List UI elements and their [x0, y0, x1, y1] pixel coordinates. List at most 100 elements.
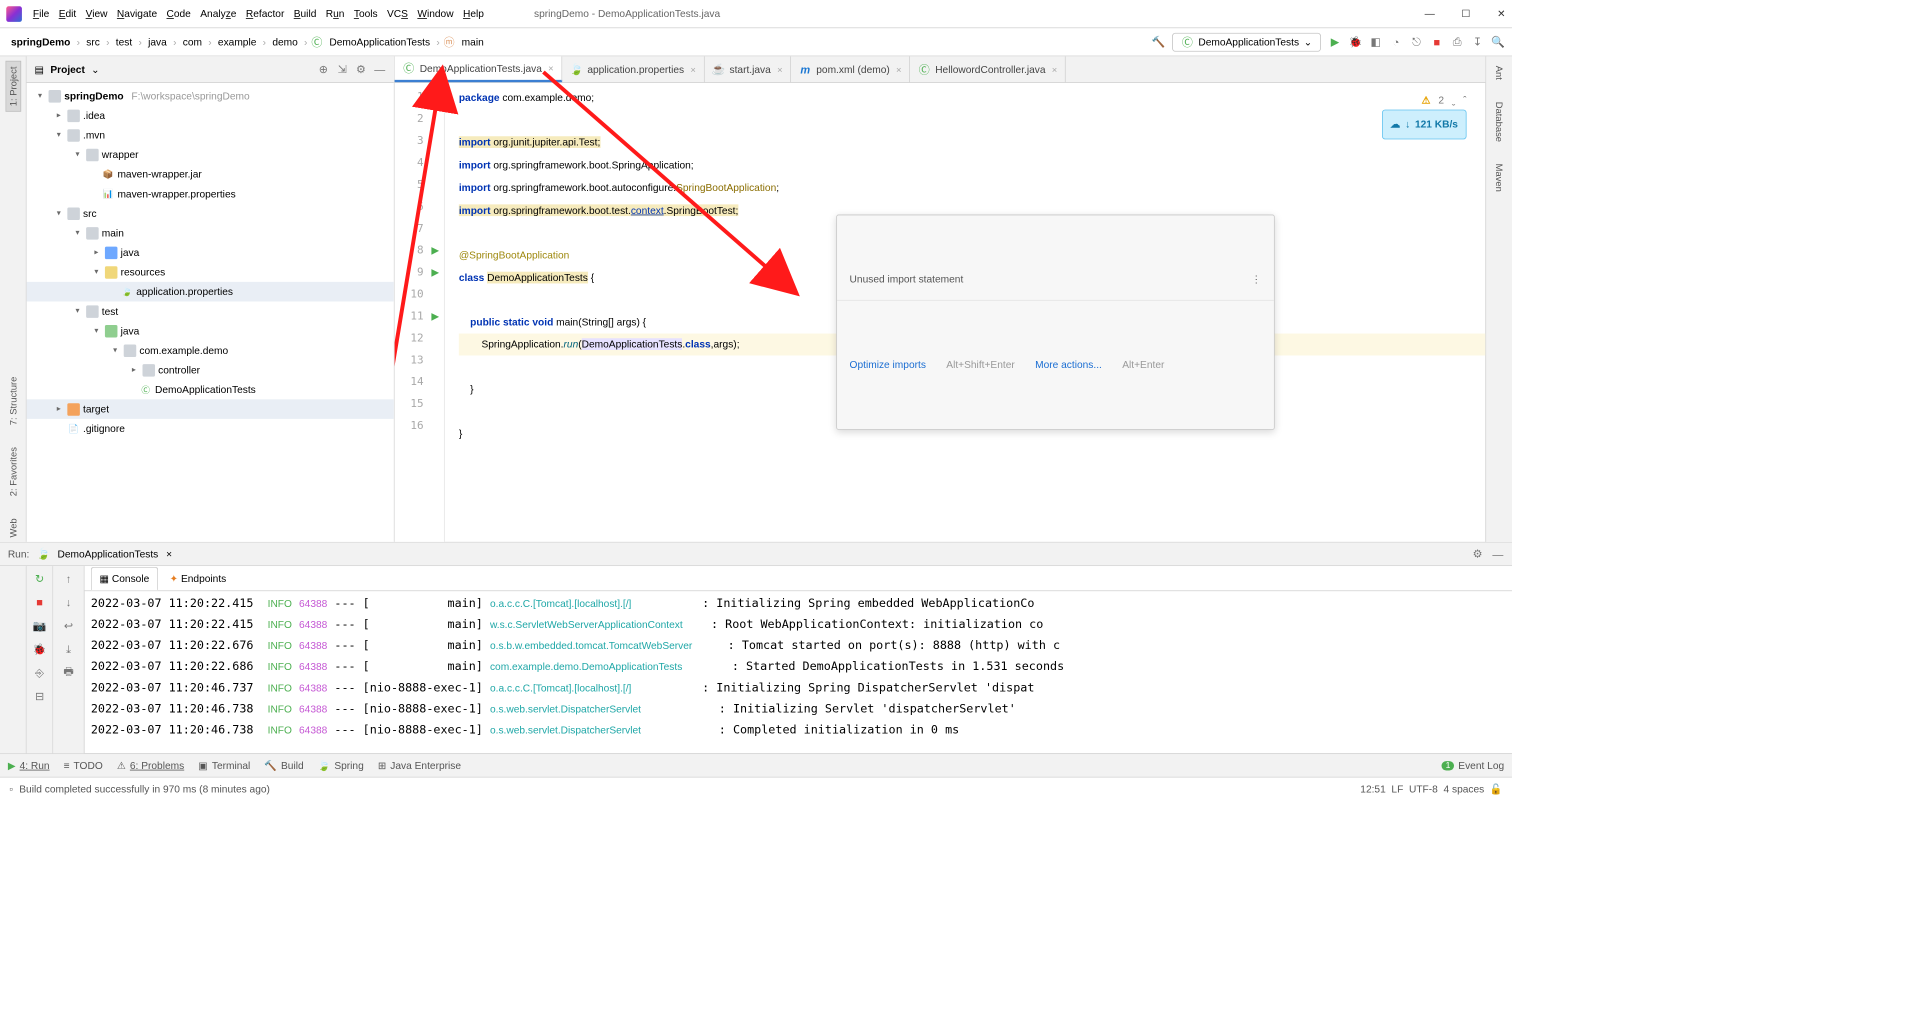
tab-helloword[interactable]: ⒸHellowordController.java× — [910, 56, 1066, 82]
menu-vcs[interactable]: VCS — [384, 5, 411, 23]
update-icon[interactable]: ↧ — [1471, 36, 1484, 49]
profile-icon[interactable]: ◔ — [1390, 36, 1403, 49]
attach-icon[interactable]: ⎋ — [1410, 36, 1423, 49]
down-icon[interactable]: ↓ — [62, 596, 75, 609]
bottom-build[interactable]: 🔨 Build — [264, 759, 303, 772]
coverage-icon[interactable]: ◧ — [1369, 36, 1382, 49]
bottom-spring[interactable]: 🍃 Spring — [318, 759, 364, 772]
hide-icon[interactable]: — — [373, 63, 386, 76]
bottom-todo[interactable]: ≡ TODO — [64, 760, 103, 772]
inspection-badge[interactable]: ⚠2ˬˆ — [1421, 89, 1466, 111]
chevron-down-icon[interactable]: ⌄ — [91, 63, 100, 76]
restart-icon[interactable]: 🐞 — [33, 643, 46, 656]
menu-file[interactable]: File — [30, 5, 53, 23]
toolwindow-ant[interactable]: Ant — [1492, 61, 1506, 85]
dump-icon[interactable]: 📷 — [33, 619, 46, 632]
expand-icon[interactable]: ⇲ — [336, 63, 349, 76]
stop-icon[interactable]: ■ — [33, 596, 46, 609]
debug-icon[interactable]: 🐞 — [1349, 36, 1362, 49]
run-gutter-icon[interactable]: ▶ — [431, 262, 439, 284]
search-icon[interactable]: 🔍 — [1492, 36, 1505, 49]
status-indent[interactable]: 4 spaces — [1443, 783, 1484, 795]
tab-demotests[interactable]: ⒸDemoApplicationTests.java× — [395, 56, 563, 82]
menu-navigate[interactable]: Navigate — [114, 5, 160, 23]
toolwindow-structure[interactable]: 7: Structure — [6, 372, 20, 430]
crumb-demo[interactable]: demo — [269, 34, 301, 49]
line-gutter[interactable]: 12345678910111213141516 ▶ ▶ ▶ — [395, 83, 445, 542]
run-icon[interactable]: ▶ — [1329, 36, 1342, 49]
tree-item-demotests[interactable]: ⒸDemoApplicationTests — [27, 380, 394, 400]
wrap-icon[interactable]: ↩ — [62, 619, 75, 632]
menu-help[interactable]: Help — [460, 5, 487, 23]
tab-close-icon[interactable]: × — [1052, 64, 1057, 75]
lock-icon[interactable]: ▫ — [9, 783, 13, 795]
menu-tools[interactable]: Tools — [351, 5, 381, 23]
menu-view[interactable]: View — [83, 5, 111, 23]
tab-close-icon[interactable]: × — [690, 64, 695, 75]
endpoints-tab[interactable]: ✦ Endpoints — [161, 567, 235, 590]
layout-icon[interactable]: ⊟ — [33, 690, 46, 703]
run-close-icon[interactable]: × — [166, 548, 172, 560]
tree-item-appprops[interactable]: 🍃application.properties — [27, 282, 394, 302]
bottom-run[interactable]: ▶4: Run — [8, 759, 50, 772]
gear-icon[interactable]: ⚙ — [1471, 548, 1484, 561]
menu-refactor[interactable]: Refactor — [243, 5, 288, 23]
toolwindow-web[interactable]: Web — [6, 513, 20, 542]
status-enc[interactable]: UTF-8 — [1409, 783, 1438, 795]
menu-code[interactable]: Code — [163, 5, 194, 23]
event-log[interactable]: 1 Event Log — [1442, 760, 1504, 772]
readonly-icon[interactable]: 🔓 — [1490, 783, 1503, 796]
exit-icon[interactable]: ⎆ — [33, 666, 46, 679]
more-icon[interactable]: ⋮ — [1251, 269, 1261, 291]
toolwindow-favorites[interactable]: 2: Favorites — [6, 442, 20, 500]
more-actions-link[interactable]: More actions... — [1035, 354, 1102, 376]
crumb-project[interactable]: springDemo — [8, 34, 74, 49]
crumb-src[interactable]: src — [83, 34, 103, 49]
rerun-icon[interactable]: ↻ — [33, 572, 46, 585]
tab-start[interactable]: ☕start.java× — [704, 56, 791, 82]
hammer-icon[interactable]: 🔨 — [1152, 36, 1165, 49]
bottom-problems[interactable]: ⚠ 6: Problems — [117, 759, 184, 772]
menu-run[interactable]: Run — [323, 5, 348, 23]
scroll-icon[interactable]: ⤓ — [62, 643, 75, 656]
git-icon[interactable]: ⎙ — [1451, 36, 1464, 49]
menu-window[interactable]: Window — [414, 5, 456, 23]
console-tab[interactable]: ▦ Console — [91, 567, 158, 590]
minimize-icon[interactable]: — — [1425, 7, 1435, 20]
menu-analyze[interactable]: Analyze — [197, 5, 239, 23]
project-tree[interactable]: ▾springDemoF:\workspace\springDemo ▸.ide… — [27, 83, 394, 542]
run-gutter-icon[interactable]: ▶ — [431, 305, 439, 327]
run-config-select[interactable]: Ⓒ DemoApplicationTests ⌄ — [1173, 32, 1321, 51]
locate-icon[interactable]: ⊕ — [317, 63, 330, 76]
crumb-method[interactable]: main — [459, 34, 487, 49]
optimize-imports-link[interactable]: Optimize imports — [850, 354, 926, 376]
crumb-test[interactable]: test — [113, 34, 136, 49]
toolwindow-project[interactable]: 1: Project — [5, 61, 21, 112]
console-output[interactable]: 2022-03-07 11:20:22.415 INFO 64388 --- [… — [85, 591, 1512, 753]
tab-appprops[interactable]: 🍃application.properties× — [562, 56, 704, 82]
toolwindow-database[interactable]: Database — [1492, 97, 1506, 147]
up-icon[interactable]: ↑ — [62, 572, 75, 585]
maximize-icon[interactable]: ☐ — [1461, 7, 1470, 20]
gear-icon[interactable]: ⚙ — [355, 63, 368, 76]
status-lf[interactable]: LF — [1391, 783, 1403, 795]
crumb-com[interactable]: com — [180, 34, 205, 49]
bottom-je[interactable]: ⊞ Java Enterprise — [378, 759, 461, 772]
tab-close-icon[interactable]: × — [896, 64, 901, 75]
close-icon[interactable]: ✕ — [1497, 7, 1506, 20]
crumb-java[interactable]: java — [145, 34, 170, 49]
crumb-example[interactable]: example — [215, 34, 260, 49]
tab-pom[interactable]: mpom.xml (demo)× — [791, 56, 910, 82]
toolwindow-maven[interactable]: Maven — [1492, 159, 1506, 197]
tab-close-icon[interactable]: × — [777, 64, 782, 75]
run-gutter-icon[interactable]: ▶ — [431, 240, 439, 262]
tab-close-icon[interactable]: × — [548, 63, 553, 74]
hide-icon[interactable]: — — [1492, 548, 1505, 561]
crumb-class[interactable]: DemoApplicationTests — [326, 34, 433, 49]
menu-edit[interactable]: Edit — [56, 5, 80, 23]
print-icon[interactable]: 🖶 — [62, 666, 75, 679]
code-editor[interactable]: package com.example.demo; import org.jun… — [445, 83, 1486, 542]
bottom-terminal[interactable]: ▣ Terminal — [198, 759, 250, 772]
menu-build[interactable]: Build — [291, 5, 320, 23]
stop-icon[interactable]: ■ — [1431, 36, 1444, 49]
